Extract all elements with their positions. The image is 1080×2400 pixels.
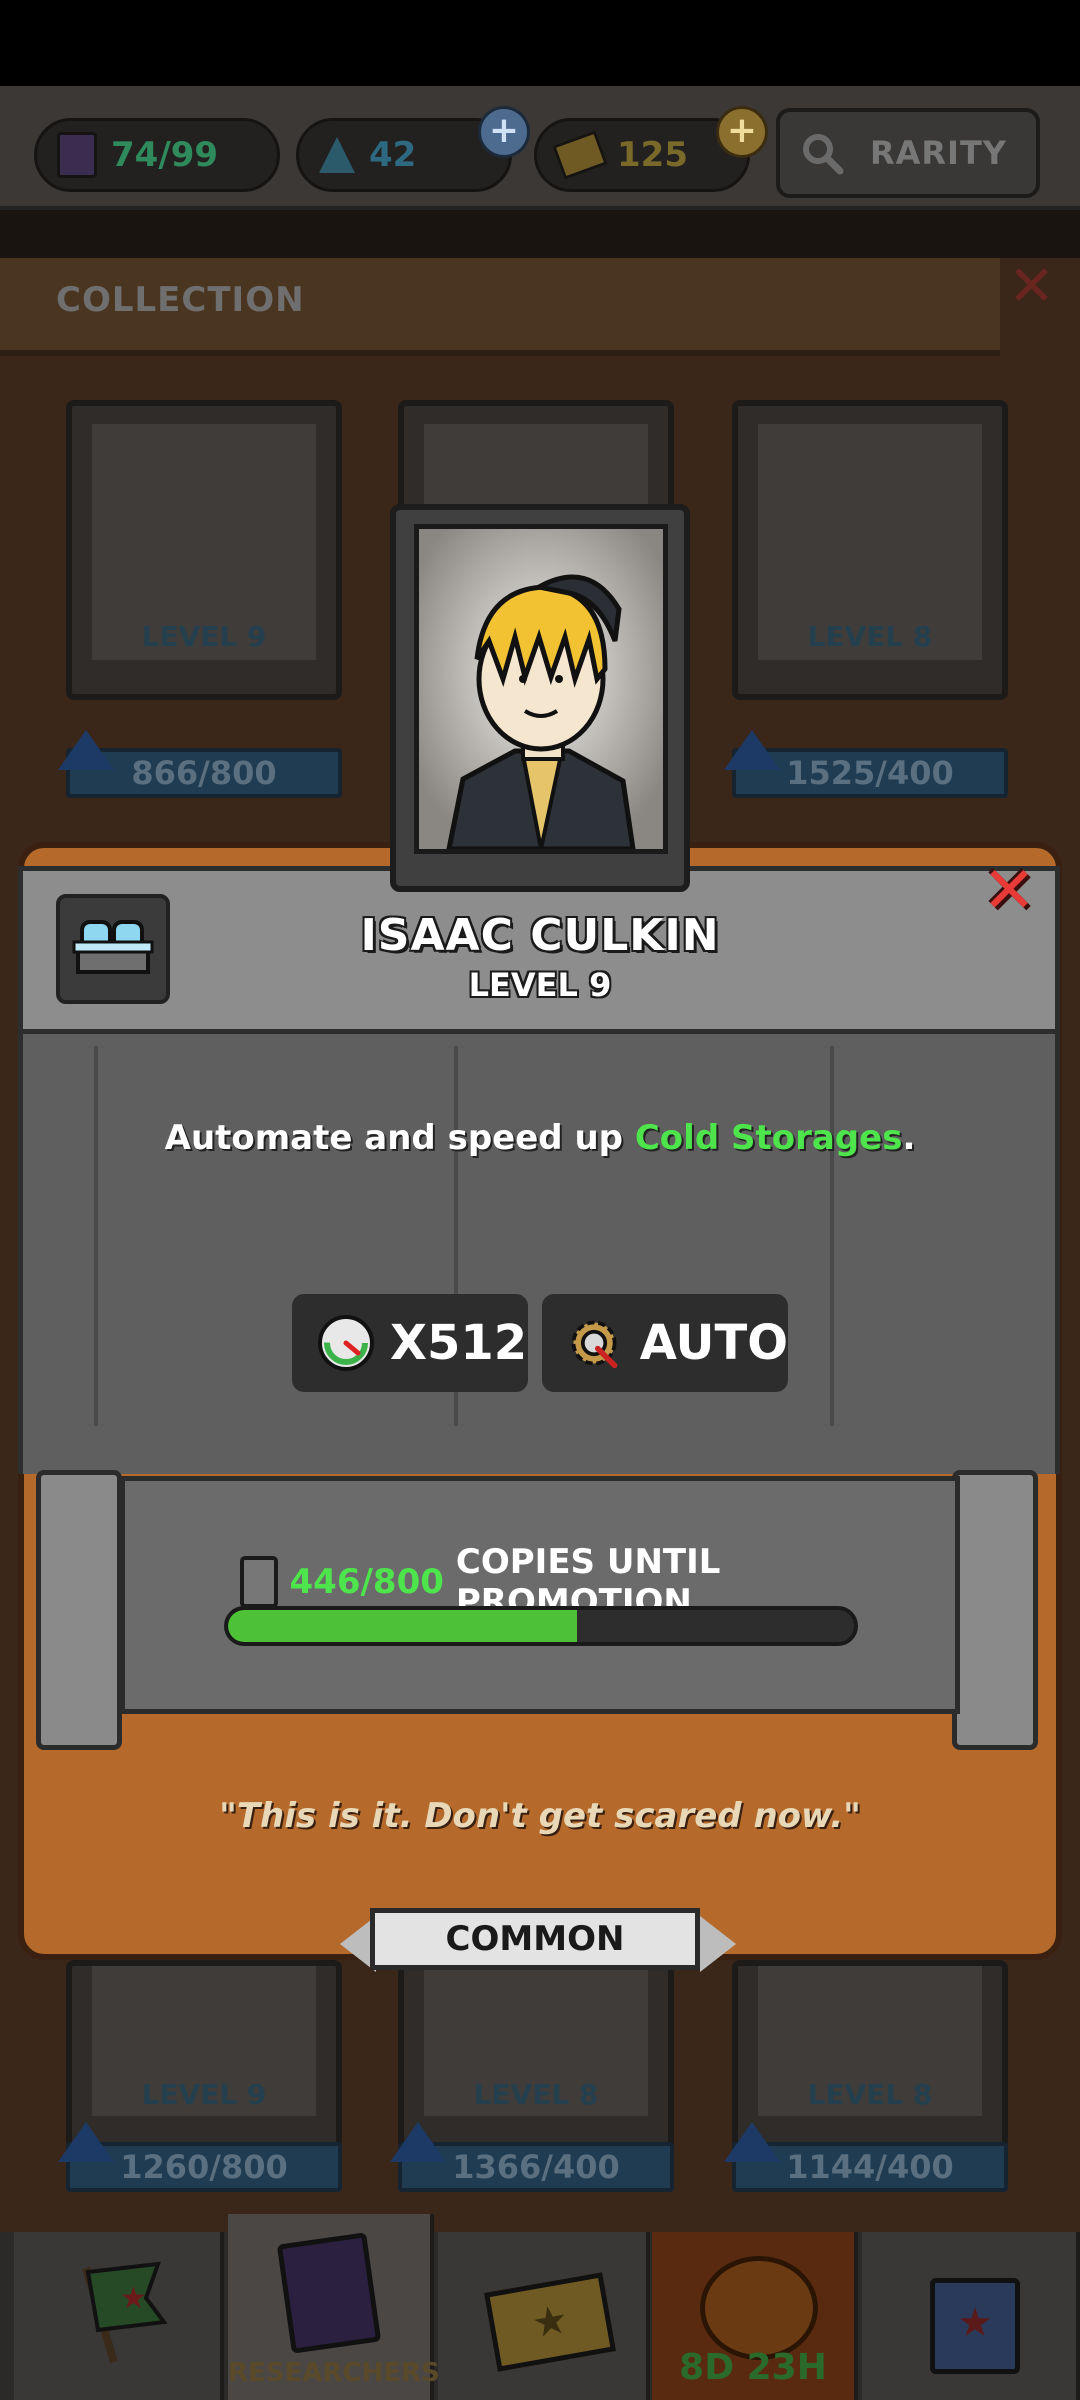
right-post [952, 1470, 1038, 1750]
pumpkin-icon [700, 2256, 818, 2360]
ribbon-tail-right [700, 1916, 736, 1972]
status-bar [0, 0, 1080, 86]
nav-tab-expeditions[interactable]: ★ [14, 2232, 224, 2400]
rarity-ribbon: COMMON [370, 1908, 700, 1970]
rarity-label: RARITY [870, 134, 1007, 172]
researcher-portrait [414, 524, 668, 854]
card-level: LEVEL 9 [141, 2078, 267, 2111]
copies-value: 446/800 [289, 1562, 444, 1602]
collection-close-icon[interactable]: ✕ [1008, 254, 1055, 319]
promotion-progress-bar [224, 1606, 858, 1646]
speed-value: X512 [390, 1315, 528, 1371]
rarity-filter-button[interactable]: RARITY [776, 108, 1040, 198]
auto-value: AUTO [639, 1315, 788, 1371]
flag-icon: ★ [82, 2261, 168, 2364]
ticket-star-icon: ★ [483, 2272, 617, 2372]
close-dialog-button[interactable]: ✕ [974, 856, 1044, 926]
description-suffix: . [902, 1118, 916, 1158]
description-text: Automate and speed up [164, 1118, 635, 1158]
upgrade-arrow-icon [390, 2122, 446, 2162]
auto-stat: AUTO [542, 1294, 788, 1392]
card-level: LEVEL 8 [807, 620, 933, 653]
researcher-level: LEVEL 9 [468, 966, 612, 1004]
cards-counter: 74/99 [34, 118, 280, 192]
speed-stat: X512 [292, 1294, 528, 1392]
upgrade-arrow-icon [724, 730, 780, 770]
card-level: LEVEL 9 [141, 620, 267, 653]
nav-tab-event[interactable]: 8D 23H [652, 2232, 858, 2400]
card-stack-icon [57, 132, 97, 178]
speedometer-icon [318, 1315, 374, 1371]
flask-icon [319, 137, 355, 173]
shopping-bag-icon: ★ [930, 2278, 1020, 2374]
svg-text:★: ★ [120, 2281, 147, 2316]
upgrade-arrow-icon [58, 2122, 114, 2162]
nav-tab-researchers[interactable]: RESEARCHERS [228, 2214, 440, 2400]
nav-researchers-label: RESEARCHERS [228, 2358, 440, 2388]
researcher-card[interactable]: LEVEL 9 [66, 400, 342, 700]
dialog-body-plate [18, 1034, 1060, 1474]
description-highlight: Cold Storages [634, 1118, 903, 1158]
researcher-name: ISAAC CULKIN [360, 910, 720, 961]
nav-tab-shop[interactable]: ★ [862, 2232, 1080, 2400]
researcher-card[interactable]: LEVEL 8 [732, 400, 1008, 700]
cards-icon [276, 2232, 382, 2354]
potion-count: 42 [369, 135, 417, 175]
collection-title: COLLECTION [56, 280, 305, 320]
search-icon [803, 134, 844, 175]
card-copy-icon [240, 1556, 278, 1608]
plate-seam [94, 1046, 98, 1426]
left-post [36, 1470, 122, 1750]
researcher-quote: "This is it. Don't get scared now." [219, 1796, 861, 1836]
add-potion-button[interactable]: + [478, 106, 530, 158]
promotion-progress-fill [228, 1610, 577, 1642]
researcher-description: Automate and speed up Cold Storages. [60, 1118, 1020, 1158]
card-level: LEVEL 8 [807, 2078, 933, 2111]
gear-icon [571, 1320, 618, 1369]
ticket-icon [552, 130, 608, 180]
plate-seam [830, 1046, 834, 1426]
add-ticket-button[interactable]: + [716, 106, 768, 158]
card-level: LEVEL 8 [473, 2078, 599, 2111]
cards-count: 74/99 [111, 135, 219, 175]
upgrade-arrow-icon [724, 2122, 780, 2162]
nav-tab-tickets[interactable]: ★ [438, 2232, 650, 2400]
ticket-count: 125 [617, 135, 688, 175]
event-timer: 8D 23H [679, 2347, 827, 2388]
cold-storage-icon [56, 894, 170, 1004]
upgrade-arrow-icon [58, 730, 114, 770]
